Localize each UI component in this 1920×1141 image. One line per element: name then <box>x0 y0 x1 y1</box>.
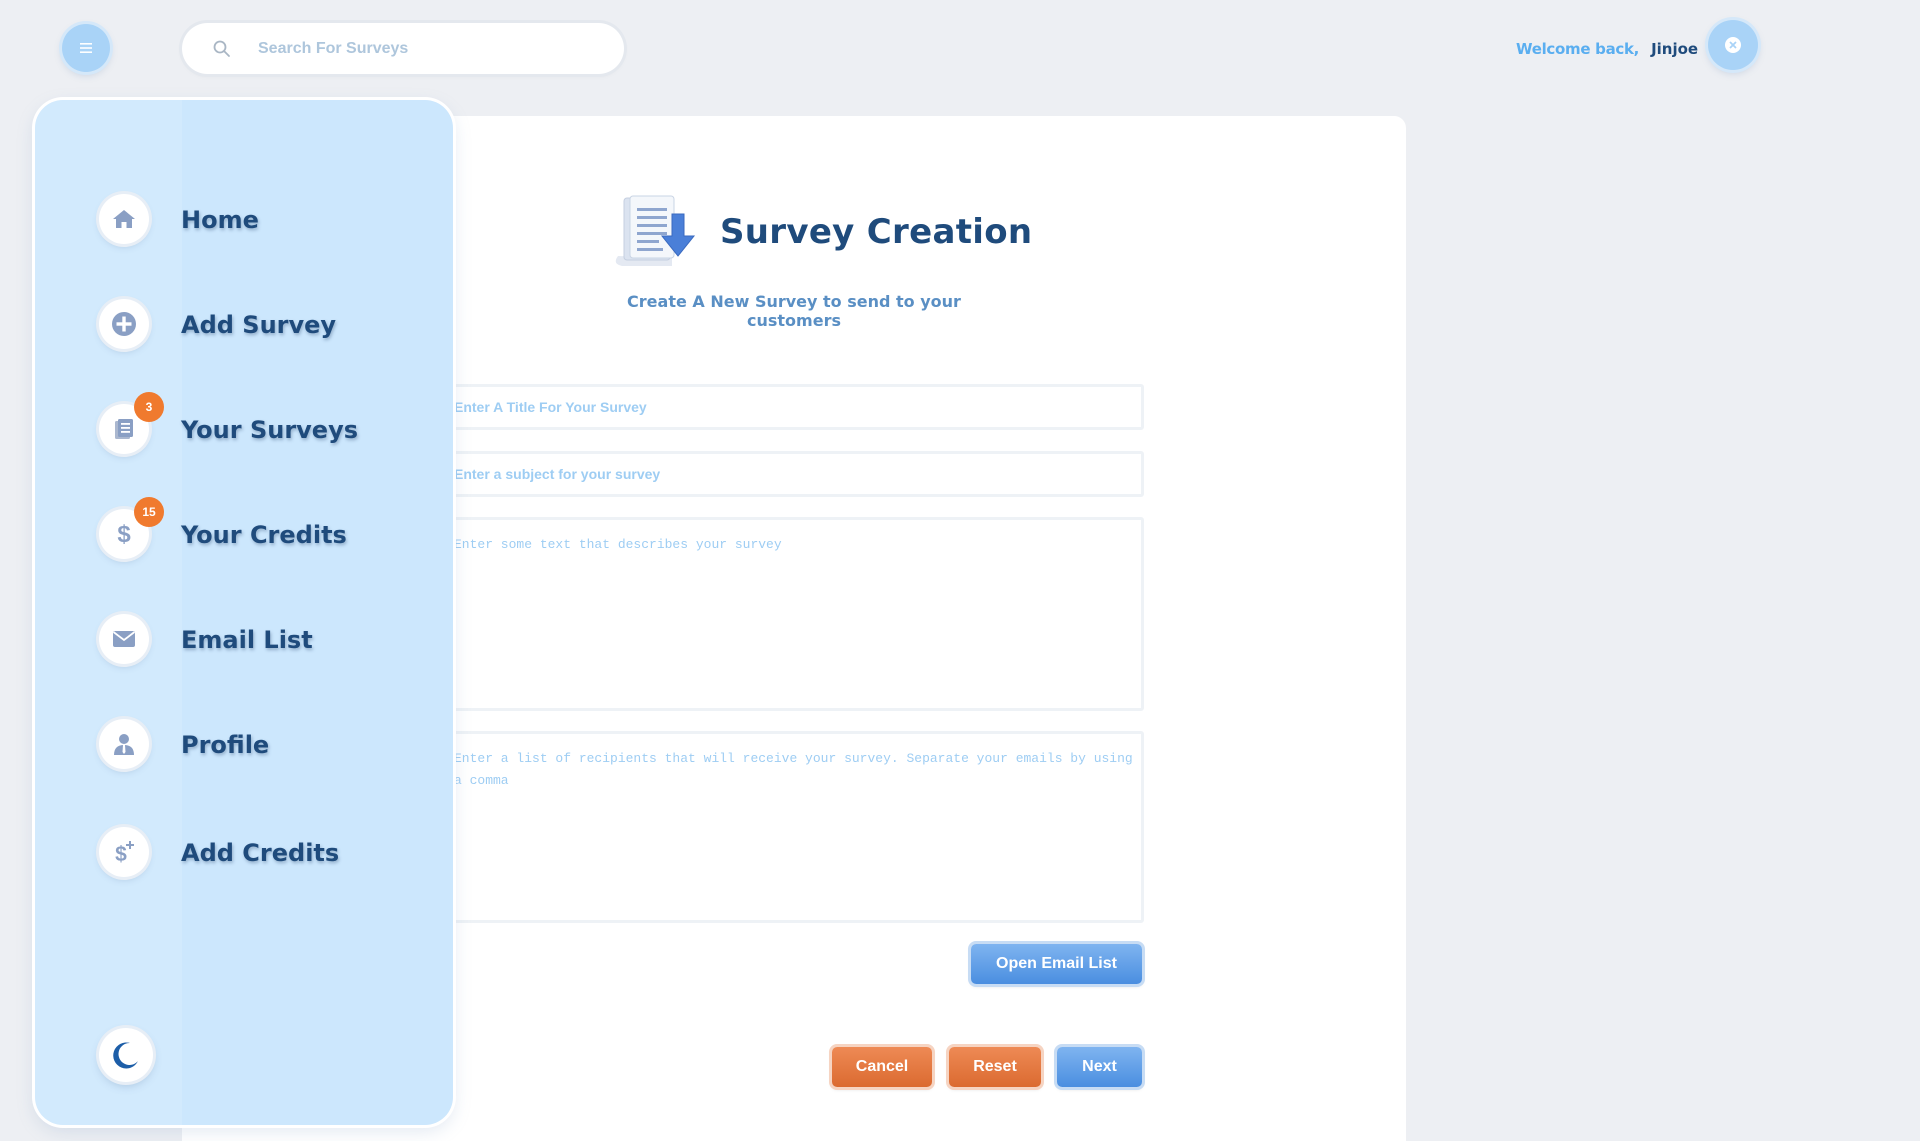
page-header: Survey Creation <box>610 194 1032 270</box>
sidebar-item-label: Add Credits <box>181 839 340 867</box>
survey-subject-input[interactable] <box>450 451 1144 497</box>
sidebar-item-your-credits[interactable]: $ 15 Your Credits <box>35 497 453 567</box>
sidebar-item-label: Your Surveys <box>181 416 358 444</box>
reset-button[interactable]: Reset <box>949 1047 1041 1087</box>
search-bar <box>182 23 624 74</box>
user-icon <box>99 719 149 769</box>
sidebar-item-label: Profile <box>181 731 270 759</box>
svg-text:$: $ <box>117 521 131 548</box>
dollar-plus-icon: $ <box>99 827 149 877</box>
home-icon <box>99 194 149 244</box>
your-surveys-badge: 3 <box>134 392 164 422</box>
open-email-list-button[interactable]: Open Email List <box>971 944 1142 984</box>
sidebar-item-label: Home <box>181 206 259 234</box>
survey-description-textarea[interactable] <box>450 517 1144 711</box>
sidebar-item-add-credits[interactable]: $ Add Credits <box>35 825 453 885</box>
sidebar-item-label: Your Credits <box>181 521 347 549</box>
page-subtitle: Create A New Survey to send to your cust… <box>627 292 961 330</box>
sidebar-item-profile[interactable]: Profile <box>35 717 453 777</box>
document-download-icon <box>615 195 696 266</box>
search-input[interactable] <box>258 28 598 69</box>
svg-text:$: $ <box>115 843 127 866</box>
sidebar-item-home[interactable]: Home <box>35 192 453 252</box>
moon-icon <box>113 1042 138 1069</box>
user-avatar-button[interactable] <box>1708 20 1758 70</box>
sidebar: Home Add Survey 3 Your Surveys $ 15 Your… <box>35 100 453 1125</box>
menu-button[interactable] <box>62 24 110 72</box>
sidebar-item-add-survey[interactable]: Add Survey <box>35 297 453 357</box>
plus-circle-icon <box>99 299 149 349</box>
welcome-label: Welcome back, <box>1516 40 1640 58</box>
next-button[interactable]: Next <box>1057 1047 1142 1087</box>
user-name: Jinjoe <box>1651 40 1699 58</box>
hamburger-icon <box>80 43 92 53</box>
envelope-icon <box>99 614 149 664</box>
sidebar-item-label: Add Survey <box>181 311 337 339</box>
page-title: Survey Creation <box>720 212 1033 252</box>
search-icon <box>213 40 230 57</box>
survey-title-input[interactable] <box>450 384 1144 430</box>
sidebar-item-label: Email List <box>181 626 313 654</box>
close-icon <box>1725 37 1741 53</box>
welcome-message: Welcome back, Jinjoe <box>1516 40 1698 58</box>
theme-toggle-button[interactable] <box>99 1028 153 1082</box>
survey-recipients-textarea[interactable] <box>450 731 1144 923</box>
cancel-button[interactable]: Cancel <box>832 1047 932 1087</box>
sidebar-item-your-surveys[interactable]: 3 Your Surveys <box>35 392 453 462</box>
sidebar-item-email-list[interactable]: Email List <box>35 612 453 672</box>
your-credits-badge: 15 <box>134 497 164 527</box>
